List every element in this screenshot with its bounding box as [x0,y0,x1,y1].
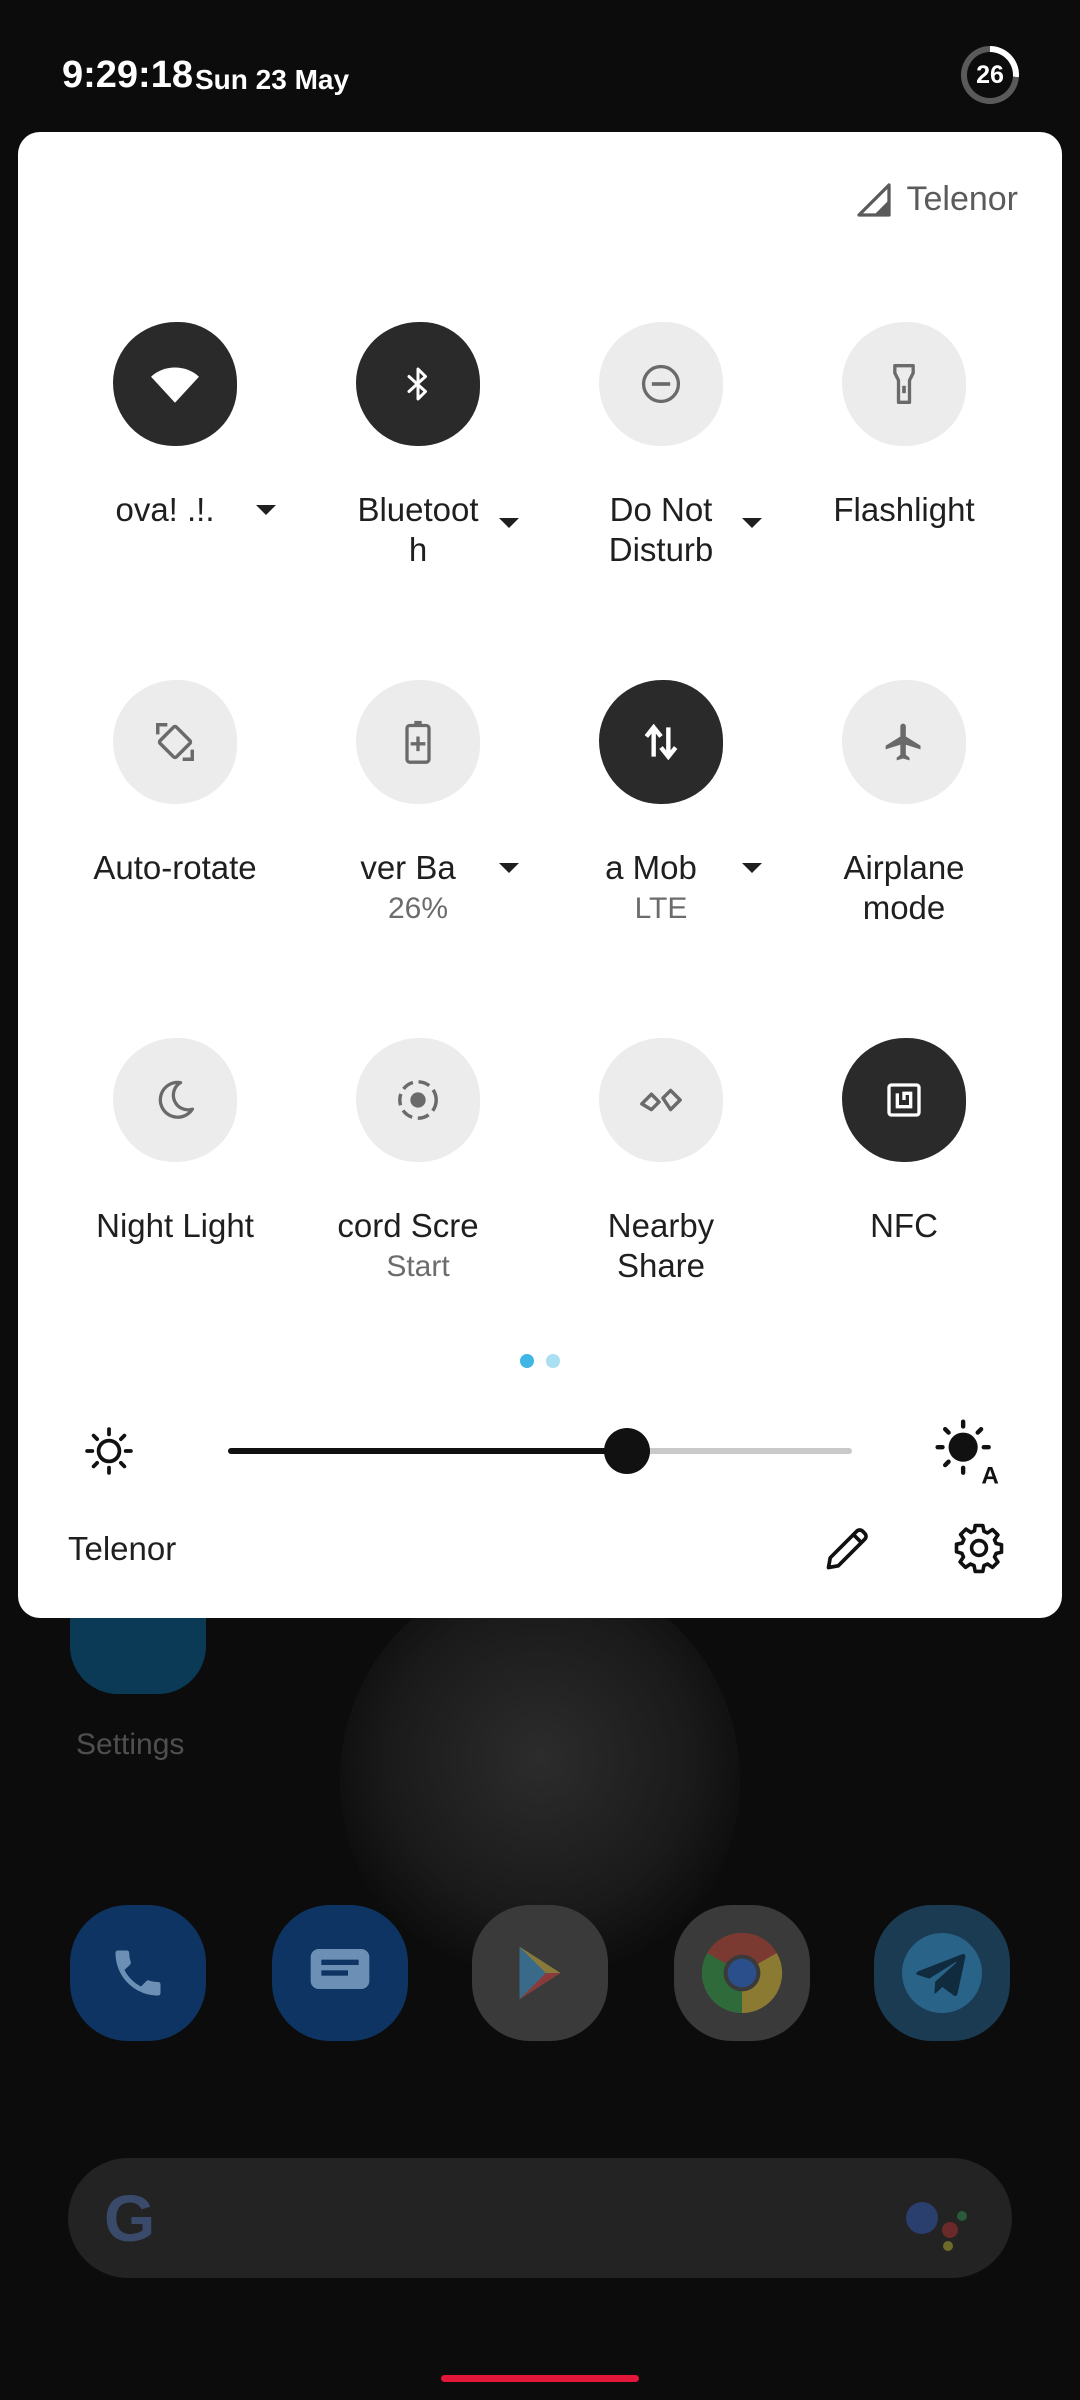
settings-button[interactable] [943,1512,1015,1584]
tile-battery-saver-status: 26% [387,892,449,925]
battery-indicator-icon: 26 [961,46,1019,104]
edit-tiles-button[interactable] [812,1512,884,1584]
tile-mobile-data-menu-icon[interactable] [742,863,762,873]
tile-auto-rotate-button[interactable] [113,680,237,804]
tile-mobile-data-status: LTE [634,892,688,925]
telegram-icon [902,1933,982,2013]
page-dot-inactive[interactable] [546,1354,560,1368]
tile-nfc-label: NFC [870,1207,938,1244]
google-logo-icon: G [104,2181,156,2255]
tile-nearby-share-button[interactable] [599,1038,723,1162]
tile-battery-saver-menu-icon[interactable] [499,863,519,873]
bluetooth-icon [407,367,427,401]
play-store-icon [519,1946,561,2000]
tile-mobile-data-button[interactable] [599,680,723,804]
telegram-app-icon[interactable] [874,1905,1010,2041]
tile-mobile-data[interactable]: a Mob LTE [547,680,775,980]
tile-airplane-mode[interactable]: Airplane mode [790,680,1018,980]
phone-app-icon[interactable] [70,1905,206,2041]
brightness-slider-fill [228,1448,628,1454]
tile-bluetooth-menu-icon[interactable] [499,518,519,528]
brightness-control: A [18,1394,1062,1504]
battery-level: 26 [967,52,1013,98]
gear-icon [954,1523,1004,1574]
messages-app-icon[interactable] [272,1905,408,2041]
do-not-disturb-icon [641,364,681,404]
settings-app-label: Settings [76,1728,185,1761]
chrome-app-icon[interactable] [674,1905,810,2041]
tile-screen-record-label: cord Scre [337,1207,479,1244]
tile-bluetooth-button[interactable] [356,322,480,446]
battery-saver-icon [405,720,431,764]
tile-flashlight[interactable]: Flashlight [790,322,1018,622]
brightness-low-icon [85,1427,133,1475]
auto-brightness-icon[interactable]: A [934,1418,1002,1486]
tile-battery-saver-label: ver Ba [360,849,456,886]
tile-nearby-share-label: Nearby Share [607,1207,715,1284]
tile-nfc-button[interactable] [842,1038,966,1162]
status-bar: 9:29:18 Sun 23 May 26 [0,0,1080,130]
tile-airplane-mode-button[interactable] [842,680,966,804]
tile-night-light-button[interactable] [113,1038,237,1162]
tile-screen-record-status: Start [386,1250,450,1283]
nearby-share-icon [640,1088,682,1112]
tile-wifi-menu-icon[interactable] [256,505,276,515]
tile-wifi[interactable]: ova! .!. [61,322,289,622]
tile-night-light[interactable]: Night Light [61,1038,289,1338]
tile-auto-rotate[interactable]: Auto-rotate [61,680,289,980]
play-store-app-icon[interactable] [472,1905,608,2041]
pencil-icon [826,1528,868,1570]
tile-do-not-disturb-label: Do Not Disturb [608,491,714,568]
carrier-indicator: Telenor [856,180,1018,219]
tile-screen-record-button[interactable] [356,1038,480,1162]
night-light-icon [158,1080,195,1119]
auto-rotate-icon [156,723,194,761]
tile-flashlight-label: Flashlight [833,491,975,528]
screen-record-icon [398,1080,438,1120]
google-assistant-icon[interactable] [902,2196,972,2252]
tile-screen-record[interactable]: cord Scre Start [304,1038,532,1338]
page-indicator [520,1354,560,1368]
tile-bluetooth-label: Bluetoot h [357,491,479,568]
tile-do-not-disturb-menu-icon[interactable] [742,518,762,528]
tile-battery-saver[interactable]: ver Ba 26% [304,680,532,980]
carrier-name: Telenor [906,180,1018,218]
svg-text:A: A [981,1463,999,1486]
brightness-slider[interactable] [228,1428,852,1474]
google-search-bar[interactable]: G [68,2158,1012,2278]
brightness-slider-thumb[interactable] [604,1428,651,1474]
tile-mobile-data-label: a Mob [605,849,697,886]
phone-icon [115,1950,161,1996]
clock: 9:29:18 [62,54,193,96]
tile-flashlight-button[interactable] [842,322,966,446]
tile-wifi-button[interactable] [113,322,237,446]
tile-nearby-share[interactable]: Nearby Share [547,1038,775,1338]
signal-strength-icon [857,182,892,217]
tile-wifi-label: ova! .!. [115,491,215,528]
quick-settings-panel: Telenor ova! .!. Bluetoot h Do Not Distu… [18,132,1062,1618]
tile-nfc[interactable]: NFC [790,1038,1018,1338]
mobile-data-icon [644,723,678,761]
date: Sun 23 May [195,64,350,95]
tile-do-not-disturb-button[interactable] [599,322,723,446]
tile-auto-rotate-label: Auto-rotate [93,849,257,886]
messages-icon [310,1949,370,1989]
navigation-handle[interactable] [441,2375,639,2382]
tile-bluetooth[interactable]: Bluetoot h [304,322,532,622]
chrome-icon [701,1932,783,2014]
flashlight-icon [893,364,915,404]
wifi-icon [151,367,199,403]
page-dot-active[interactable] [520,1354,534,1368]
tile-do-not-disturb[interactable]: Do Not Disturb [547,322,775,622]
airplane-icon [885,723,921,761]
nfc-icon [887,1083,921,1117]
tile-night-light-label: Night Light [96,1207,254,1244]
tile-battery-saver-button[interactable] [356,680,480,804]
tile-airplane-mode-label: Airplane mode [843,849,965,926]
footer-carrier-name: Telenor [68,1530,177,1567]
